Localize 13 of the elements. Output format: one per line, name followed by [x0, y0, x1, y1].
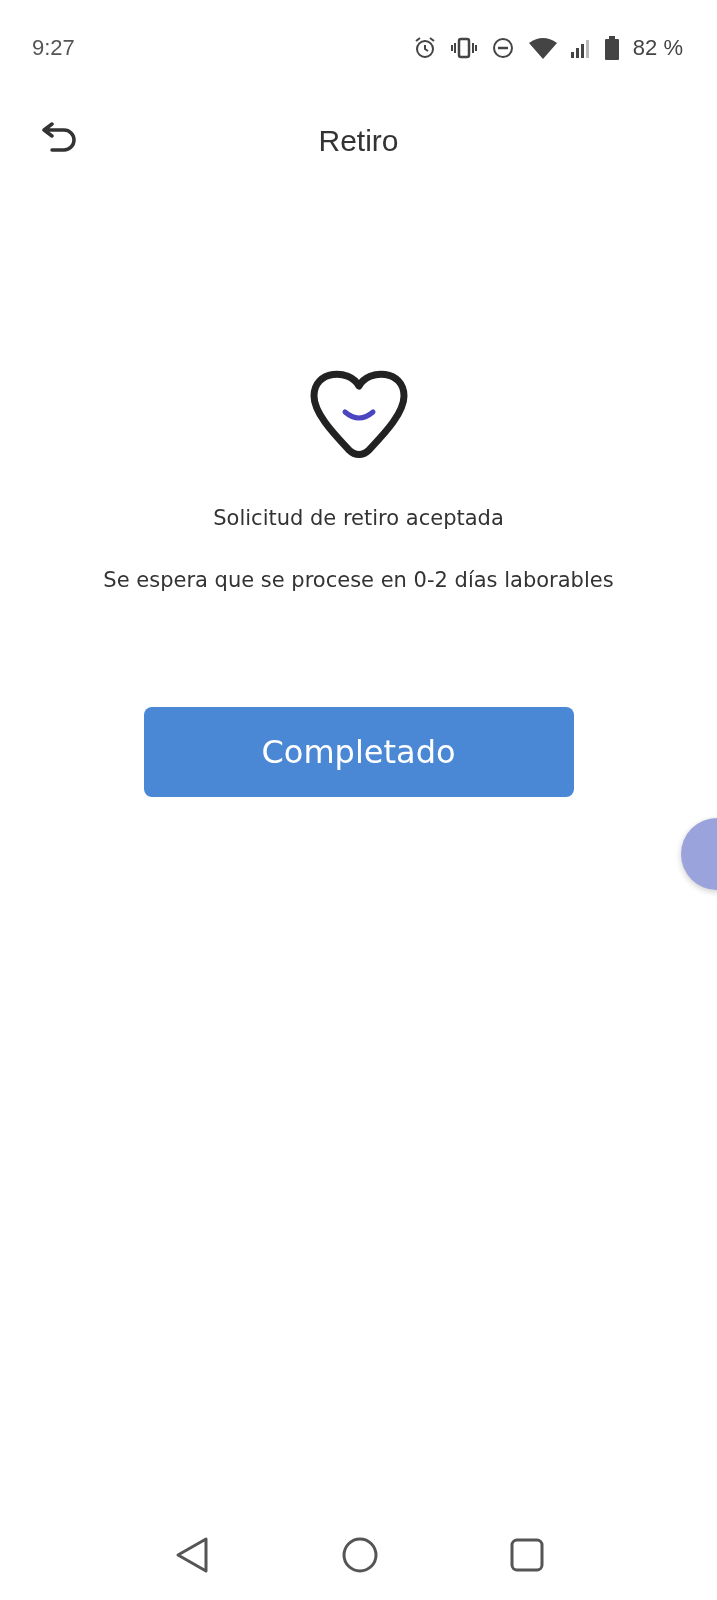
status-message: Solicitud de retiro aceptada [213, 506, 504, 530]
battery-level: 82 % [632, 35, 683, 61]
signal-icon [570, 38, 591, 58]
processing-note: Se espera que se procese en 0-2 días laborables [103, 568, 614, 592]
page-title: Retiro [318, 124, 399, 158]
vibrate-icon [450, 37, 477, 59]
battery-icon [604, 36, 619, 60]
do-not-disturb-icon [490, 36, 515, 60]
home-nav-icon[interactable] [341, 1537, 378, 1573]
wifi-icon [528, 37, 557, 59]
recents-nav-icon[interactable] [509, 1538, 544, 1572]
completed-button[interactable]: Completado [143, 707, 574, 797]
status-time: 9:27 [32, 35, 75, 61]
